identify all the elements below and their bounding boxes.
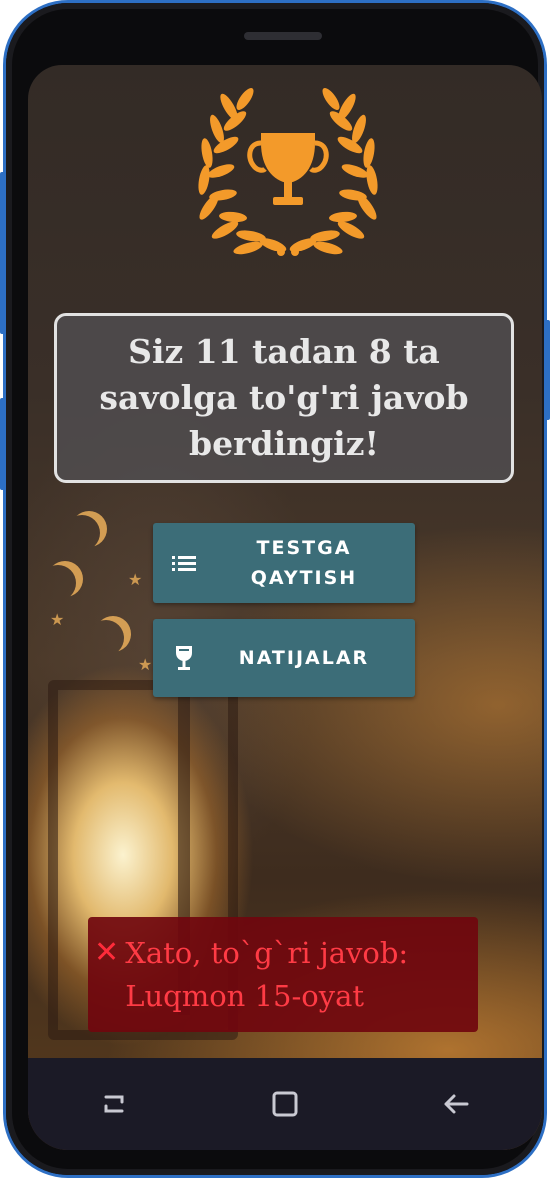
star-decoration: ★ bbox=[138, 655, 153, 674]
crescent-decoration bbox=[40, 565, 76, 601]
trophy-wreath-icon bbox=[198, 85, 380, 257]
volume-down-button bbox=[0, 398, 6, 490]
volume-up-button bbox=[0, 172, 6, 334]
app-screen: ★ ★ ★ Siz 11 tadan 8 ta savolga to'g'ri … bbox=[28, 65, 542, 1150]
crescent-decoration bbox=[88, 620, 124, 656]
back-icon[interactable] bbox=[426, 1074, 486, 1134]
phone-frame: ★ ★ ★ Siz 11 tadan 8 ta savolga to'g'ri … bbox=[6, 3, 544, 1175]
results-label: NATIJALAR bbox=[238, 647, 370, 669]
result-panel: Siz 11 tadan 8 ta savolga to'g'ri javob … bbox=[54, 313, 514, 483]
glass-icon bbox=[153, 645, 215, 671]
close-icon: ✕ bbox=[94, 935, 120, 970]
list-icon bbox=[153, 554, 215, 572]
star-decoration: ★ bbox=[50, 610, 65, 629]
system-navigation-bar bbox=[28, 1058, 542, 1150]
error-message: Xato, to`g`ri javob: Luqmon 15-oyat bbox=[125, 935, 409, 1013]
power-button bbox=[544, 320, 550, 420]
back-to-test-button[interactable]: TESTGA QAYTISH bbox=[153, 523, 415, 603]
back-to-test-label: TESTGA QAYTISH bbox=[250, 537, 358, 589]
home-icon[interactable] bbox=[255, 1074, 315, 1134]
star-decoration: ★ bbox=[128, 570, 143, 589]
crescent-decoration bbox=[64, 515, 100, 551]
results-button[interactable]: NATIJALAR bbox=[153, 619, 415, 697]
speaker-grille bbox=[244, 32, 322, 40]
error-toast: ✕ Xato, to`g`ri javob: Luqmon 15-oyat bbox=[88, 917, 478, 1032]
result-message: Siz 11 tadan 8 ta savolga to'g'ri javob … bbox=[99, 332, 469, 463]
recent-apps-icon[interactable] bbox=[84, 1074, 144, 1134]
